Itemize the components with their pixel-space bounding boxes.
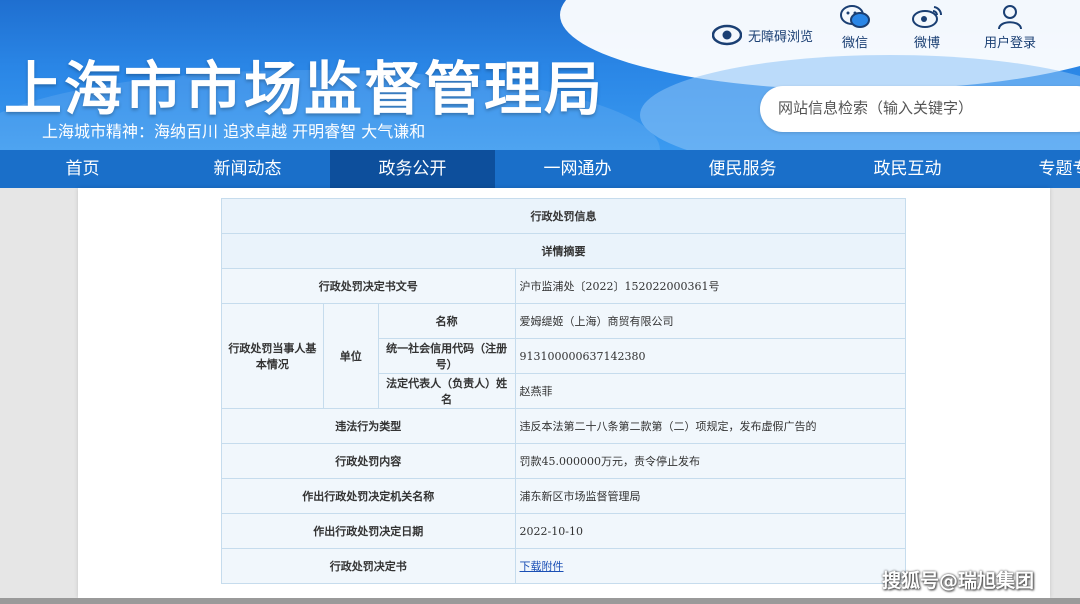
wechat-icon [840,5,870,28]
content-panel: 行政处罚信息 详情摘要 行政处罚决定书文号 沪市监浦处〔2022〕1520220… [78,188,1050,598]
authority-value: 浦东新区市场监督管理局 [514,478,907,514]
eye-icon [712,24,742,46]
user-login-link[interactable]: 用户登录 [984,4,1036,51]
name-value: 爱姆缇姬（上海）商贸有限公司 [514,303,907,339]
unit-label: 单位 [322,303,379,409]
credit-code-label: 统一社会信用代码（注册号） [377,338,516,374]
penalty-content-label: 行政处罚内容 [221,443,516,479]
nav-special-topics[interactable]: 专题专栏 [990,150,1080,188]
weibo-icon [912,6,943,28]
nav-news[interactable]: 新闻动态 [165,150,330,188]
nav-public-services[interactable]: 便民服务 [660,150,825,188]
decision-date-value: 2022-10-10 [514,513,907,549]
table-row: 违法行为类型 违反本法第二十八条第二款第（二）项规定，发布虚假广告的 [221,408,907,444]
legal-rep-value: 赵燕菲 [514,373,907,409]
doc-no-value: 沪市监浦处〔2022〕152022000361号 [514,268,907,304]
download-attachment-link[interactable]: 下载附件 [520,560,564,573]
name-label: 名称 [377,303,516,339]
wechat-label: 微信 [841,36,868,51]
table-title: 行政处罚信息 [221,198,906,234]
site-search[interactable] [760,86,1080,132]
nav-gov-affairs[interactable]: 政务公开 [330,150,495,188]
table-row: 行政处罚决定书 下载附件 [221,548,907,584]
table-row: 作出行政处罚决定日期 2022-10-10 [221,513,907,549]
nav-interaction[interactable]: 政民互动 [825,150,990,188]
accessibility-label: 无障碍浏览 [748,29,814,45]
party-label: 行政处罚当事人基本情况 [221,303,324,409]
site-title[interactable]: 上海市市场监督管理局 [4,42,604,126]
accessibility-link[interactable]: 无障碍浏览 [712,24,813,46]
weibo-label: 微博 [913,36,940,51]
watermark: 搜狐号@瑞旭集团 [882,570,1035,592]
table-row: 行政处罚内容 罚款45.000000万元，责令停止发布 [221,443,907,479]
weibo-link[interactable]: 微博 [910,4,944,51]
table-row: 行政处罚决定书文号 沪市监浦处〔2022〕152022000361号 [221,268,907,304]
table-row: 行政处罚信息 [221,198,906,234]
wechat-link[interactable]: 微信 [838,4,872,51]
table-row: 详情摘要 [221,233,906,269]
window-scrollbar[interactable] [0,598,1080,604]
penalty-content-value: 罚款45.000000万元，责令停止发布 [514,443,907,479]
user-login-label: 用户登录 [984,36,1037,51]
nav-one-stop-service[interactable]: 一网通办 [495,150,660,188]
violation-type-label: 违法行为类型 [221,408,516,444]
nav-home[interactable]: 首页 [0,150,165,188]
violation-type-value: 违反本法第二十八条第二款第（二）项规定，发布虚假广告的 [514,408,907,444]
decision-doc-cell: 下载附件 [514,548,907,584]
authority-label: 作出行政处罚决定机关名称 [221,478,516,514]
search-input[interactable] [776,98,1080,118]
city-slogan: 上海城市精神：海纳百川 追求卓越 开明睿智 大气谦和 [42,122,426,141]
main-nav: 首页 新闻动态 政务公开 一网通办 便民服务 政民互动 专题专栏 [0,150,1080,188]
decision-date-label: 作出行政处罚决定日期 [221,513,516,549]
decision-doc-label: 行政处罚决定书 [221,548,516,584]
penalty-info-table: 行政处罚信息 详情摘要 行政处罚决定书文号 沪市监浦处〔2022〕1520220… [221,198,907,584]
credit-code-value: 913100000637142380 [514,338,907,374]
table-row: 行政处罚当事人基本情况 单位 名称 爱姆缇姬（上海）商贸有限公司 [221,303,907,409]
table-subtitle: 详情摘要 [221,233,906,269]
site-header: 上海市市场监督管理局 上海城市精神：海纳百川 追求卓越 开明睿智 大气谦和 无障… [0,0,1080,150]
doc-no-label: 行政处罚决定书文号 [221,268,516,304]
user-icon [998,5,1022,30]
legal-rep-label: 法定代表人（负责人）姓名 [377,373,516,409]
table-row: 作出行政处罚决定机关名称 浦东新区市场监督管理局 [221,478,907,514]
